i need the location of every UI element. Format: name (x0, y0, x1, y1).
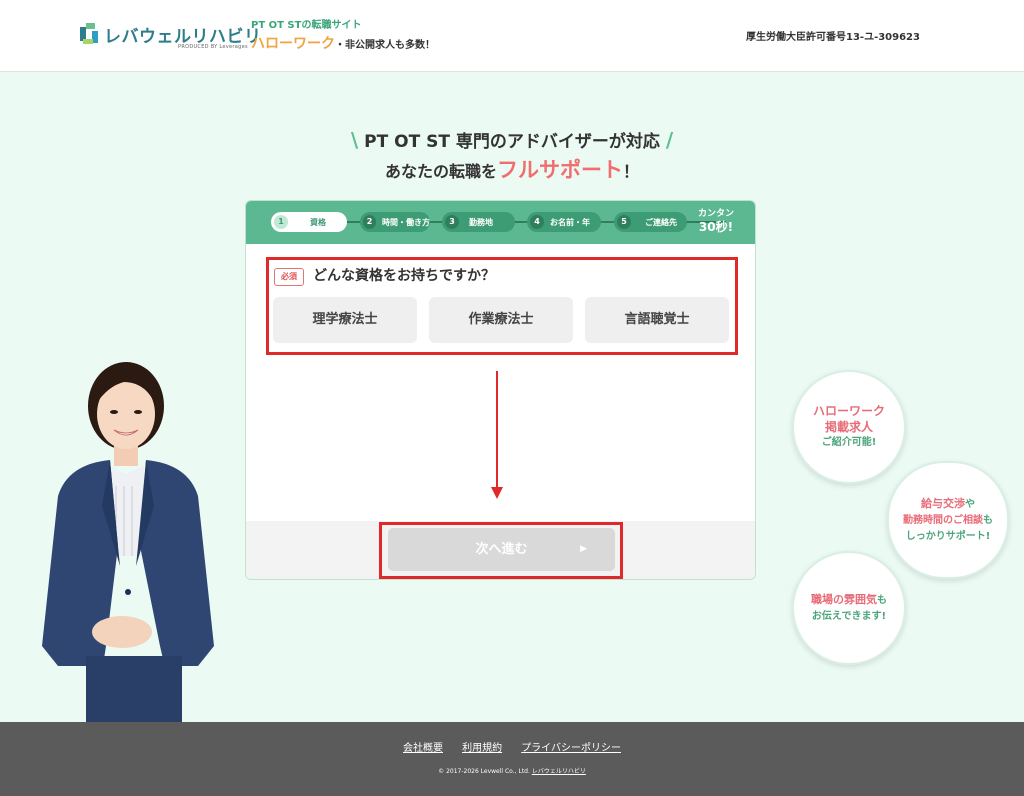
step-4-number: 4 (530, 215, 544, 229)
hero-line2-accent: フルサポート (497, 158, 623, 182)
required-badge: 必須 (274, 268, 304, 286)
step-1: 1 資格 (271, 212, 347, 232)
copyright-link[interactable]: レバウェルリハビリ (532, 768, 586, 775)
step-4-label: お名前・年 (550, 217, 590, 227)
option-occupational-therapist[interactable]: 作業療法士 (429, 297, 573, 343)
step-2-number: 2 (363, 215, 376, 229)
bubble2-line2: 勤務時間のご相談 (903, 514, 983, 526)
step-4: 4 お名前・年 (527, 212, 601, 232)
hero-line1: \ PT OT ST 専門のアドバイザーが対応 / (0, 127, 1024, 152)
footer-links: 会社概要 利用規約 プライバシーポリシー (0, 736, 1024, 755)
logo-sub: PRODUCED BY Leverages (178, 44, 248, 50)
feature-bubble-atmosphere: 職場の雰囲気も お伝えできます! (792, 551, 906, 665)
tagline-highlight: ハローワーク (251, 36, 335, 52)
feature-bubble-salary: 給与交渉や 勤務時間のご相談も しっかりサポート! (887, 461, 1009, 579)
option-physical-therapist[interactable]: 理学療法士 (273, 297, 417, 343)
copyright: © 2017-2026 Levwell Co., Ltd. レバウェルリハビリ (0, 766, 1024, 775)
tagline-bottom: ハローワーク・非公開求人も多数！ (251, 33, 435, 53)
question-title: どんな資格をお持ちですか？ (313, 268, 495, 284)
slash-right-icon: / (665, 128, 674, 152)
footer-link-privacy[interactable]: プライバシーポリシー (521, 743, 621, 754)
step-5-label: ご連絡先 (645, 217, 677, 227)
step-1-number: 1 (274, 215, 288, 229)
logo-icon (80, 23, 98, 44)
tagline-rest: ・非公開求人も多数！ (335, 40, 435, 51)
bubble2-line2b: も (983, 514, 993, 526)
quick-badge: カンタン 30秒! (684, 208, 748, 234)
bubble3-line2: お伝えできます! (811, 610, 887, 622)
license-number: 厚生労働大臣許可番号13-ユ-309623 (746, 32, 920, 43)
hero-line2-post: ！ (623, 162, 640, 181)
step-5: 5 ご連絡先 (614, 212, 687, 232)
step-1-label: 資格 (310, 217, 326, 227)
hero-line2-pre: あなたの転職を (384, 162, 497, 181)
chevron-right-icon: ▶ (580, 544, 587, 554)
tagline-top: PT OT STの転職サイト (251, 20, 362, 31)
step-2-label: 時間・働き方 (382, 217, 430, 227)
footer-link-company[interactable]: 会社概要 (403, 743, 443, 754)
footer-link-terms[interactable]: 利用規約 (462, 743, 502, 754)
site-footer: 会社概要 利用規約 プライバシーポリシー © 2017-2026 Levwell… (0, 722, 1024, 796)
question-card: 1 資格 2 時間・働き方 3 勤務地 4 お名前・年 5 ご連絡先 カンタン 30秒! … (245, 200, 756, 580)
step-5-number: 5 (617, 215, 631, 229)
step-3-number: 3 (445, 215, 459, 229)
bubble1-line1: ハローワーク (812, 404, 885, 418)
bubble1-line3: ご紹介可能! (821, 437, 877, 448)
step-progress-bar: 1 資格 2 時間・働き方 3 勤務地 4 お名前・年 5 ご連絡先 カンタン 30秒! (246, 201, 755, 244)
hero-line1-text: PT OT ST 専門のアドバイザーが対応 (364, 132, 660, 152)
next-button[interactable]: 次へ進む ▶ (388, 528, 615, 571)
option-speech-therapist[interactable]: 言語聴覚士 (585, 297, 729, 343)
slash-left-icon: \ (350, 128, 359, 152)
bubble2-line1b: や (965, 498, 975, 510)
bubble3-line1b: も (877, 594, 887, 606)
feature-bubble-hellowork: ハローワーク 掲載求人 ご紹介可能! (792, 370, 906, 484)
copyright-text: © 2017-2026 Levwell Co., Ltd. (438, 768, 530, 775)
site-header: レバウェルリハビリ PRODUCED BY Leverages PT OT ST… (0, 0, 1024, 72)
bubble3-line1: 職場の雰囲気 (811, 592, 877, 606)
bubble1-line2: 掲載求人 (824, 420, 873, 434)
bubble2-line1: 給与交渉 (921, 496, 965, 510)
bubble2-line3: しっかりサポート! (905, 530, 991, 542)
hero-line2: あなたの転職をフルサポート！ (0, 154, 1024, 184)
step-3: 3 勤務地 (442, 212, 515, 232)
step-2: 2 時間・働き方 (360, 212, 430, 232)
quick-badge-line2: 30秒! (698, 220, 734, 234)
next-button-label: 次へ進む (475, 542, 528, 557)
step-3-label: 勤務地 (469, 217, 493, 227)
annotation-arrow (496, 371, 498, 487)
advisor-photo (42, 362, 214, 724)
arrow-down-icon (491, 487, 503, 499)
